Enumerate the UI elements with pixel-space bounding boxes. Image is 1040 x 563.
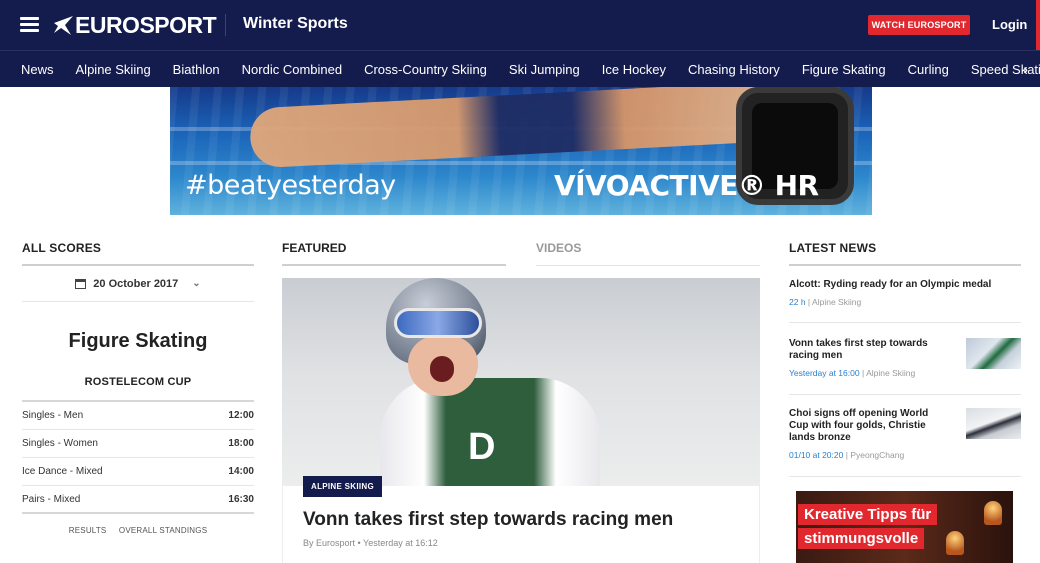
nav-item-cross-country-skiing[interactable]: Cross-Country Skiing (364, 62, 487, 77)
chevron-down-icon[interactable]: ⌄ (192, 278, 200, 289)
nav-item-speed-skating[interactable]: Speed Skating (971, 62, 1040, 77)
all-scores-heading: ALL SCORES (22, 233, 254, 266)
results-link[interactable]: RESULTS (69, 526, 107, 535)
news-category: Alpine Skiing (866, 368, 916, 378)
score-row-time: 14:00 (228, 466, 254, 477)
news-title: Choi signs off opening World Cup with fo… (789, 408, 929, 443)
featured-headline[interactable]: Vonn takes first step towards racing men (303, 509, 673, 531)
category-badge[interactable]: ALPINE SKIING (303, 476, 383, 497)
score-row-time: 18:00 (228, 438, 254, 449)
meta-separator: | (845, 450, 848, 460)
side-ad-line2: stimmungsvolle (798, 528, 925, 549)
nav-item-biathlon[interactable]: Biathlon (173, 62, 220, 77)
skier-mouth (430, 356, 454, 382)
featured-tabs: FEATURED VIDEOS (282, 233, 760, 266)
news-item[interactable]: Alcott: Ryding ready for an Olympic meda… (789, 266, 1021, 323)
skier-goggles (394, 308, 482, 338)
nav-item-alpine-skiing[interactable]: Alpine Skiing (76, 62, 151, 77)
score-row[interactable]: Pairs - Mixed 16:30 (22, 486, 254, 514)
scores-event-title[interactable]: ROSTELECOM CUP (22, 376, 254, 402)
edge-accent (1036, 0, 1040, 50)
lamp-image (984, 501, 1002, 525)
date-picker[interactable]: 20 October 2017 ⌄ (22, 266, 254, 302)
ad-hashtag: #beatyesterday (185, 170, 396, 201)
logo-star-icon (54, 16, 73, 35)
section-title[interactable]: Winter Sports (243, 15, 348, 33)
latest-news-heading: LATEST NEWS (789, 233, 1021, 266)
news-category: Alpine Skiing (812, 297, 862, 307)
bib-letter: D (468, 426, 496, 468)
nav-item-figure-skating[interactable]: Figure Skating (802, 62, 886, 77)
news-item[interactable]: Vonn takes first step towards racing men… (789, 323, 1021, 395)
side-ad-line1: Kreative Tipps für (798, 504, 938, 525)
nav-item-curling[interactable]: Curling (908, 62, 949, 77)
news-meta: 01/10 at 20:20 | PyeongChang (789, 450, 1021, 460)
nav-item-news[interactable]: News (21, 62, 54, 77)
watch-eurosport-button[interactable]: WATCH EUROSPORT (868, 15, 970, 35)
meta-separator: | (861, 368, 865, 378)
featured-byline: By Eurosport • Yesterday at 16:12 (303, 538, 438, 548)
scores-sport-title: Figure Skating (68, 330, 208, 352)
news-title: Alcott: Ryding ready for an Olympic meda… (789, 279, 992, 290)
all-scores-panel: ALL SCORES 20 October 2017 ⌄ Figure Skat… (22, 233, 254, 535)
nav-item-nordic-combined[interactable]: Nordic Combined (242, 62, 342, 77)
nav-item-ice-hockey[interactable]: Ice Hockey (602, 62, 666, 77)
news-meta: 22 h | Alpine Skiing (789, 297, 1021, 307)
news-time: 01/10 at 20:20 (789, 450, 844, 460)
date-label: 20 October 2017 (93, 277, 179, 290)
score-row[interactable]: Ice Dance - Mixed 14:00 (22, 458, 254, 486)
score-row-time: 16:30 (228, 493, 254, 505)
header-divider (225, 14, 226, 36)
score-row-time: 12:00 (228, 410, 254, 421)
ad-banner[interactable]: #beatyesterday VÍVOACTIVE® HR (170, 87, 872, 215)
top-header: EUROSPORT Winter Sports WATCH EUROSPORT … (0, 0, 1040, 50)
score-row[interactable]: Singles - Men 12:00 (22, 402, 254, 430)
side-ad[interactable]: Kreative Tipps für stimmungsvolle (796, 491, 1013, 563)
tab-videos[interactable]: VIDEOS (536, 233, 760, 266)
latest-news-panel: LATEST NEWS Alcott: Ryding ready for an … (789, 233, 1021, 477)
news-category: PyeongChang (850, 450, 905, 460)
score-row-name: Ice Dance - Mixed (22, 466, 103, 477)
news-time: 22 h (789, 297, 806, 307)
score-row-name: Singles - Men (22, 410, 84, 421)
lamp-image (946, 531, 964, 555)
score-row-name: Pairs - Mixed (22, 493, 81, 505)
meta-separator: | (807, 297, 811, 307)
logo-text: EUROSPORT (75, 11, 217, 38)
news-thumbnail[interactable] (966, 408, 1021, 439)
overall-standings-link[interactable]: OVERALL STANDINGS (119, 526, 207, 535)
calendar-icon (75, 278, 87, 289)
news-thumbnail[interactable] (966, 338, 1021, 369)
login-link[interactable]: Login (992, 17, 1027, 32)
featured-panel: FEATURED VIDEOS D ALPINE SKIING Vonn tak… (282, 233, 760, 563)
nav-item-ski-jumping[interactable]: Ski Jumping (509, 62, 580, 77)
score-links: RESULTS OVERALL STANDINGS (22, 526, 254, 535)
news-title: Vonn takes first step towards racing men (789, 338, 928, 361)
news-item[interactable]: Choi signs off opening World Cup with fo… (789, 395, 1021, 477)
chevron-right-icon[interactable]: › (1023, 61, 1028, 77)
news-meta: Yesterday at 16:00 | Alpine Skiing (789, 368, 1021, 378)
score-row-name: Singles - Women (22, 438, 98, 449)
score-row[interactable]: Singles - Women 18:00 (22, 430, 254, 458)
nav-item-chasing-history[interactable]: Chasing History (688, 62, 780, 77)
sport-nav: News Alpine Skiing Biathlon Nordic Combi… (0, 50, 1040, 87)
news-time: Yesterday at 16:00 (789, 368, 860, 378)
ad-product-name: VÍVOACTIVE® HR (554, 169, 819, 202)
featured-article-image[interactable]: D (282, 278, 760, 486)
tab-featured[interactable]: FEATURED (282, 233, 506, 266)
hamburger-menu-icon[interactable] (20, 17, 39, 33)
eurosport-logo[interactable]: EUROSPORT (52, 11, 217, 39)
